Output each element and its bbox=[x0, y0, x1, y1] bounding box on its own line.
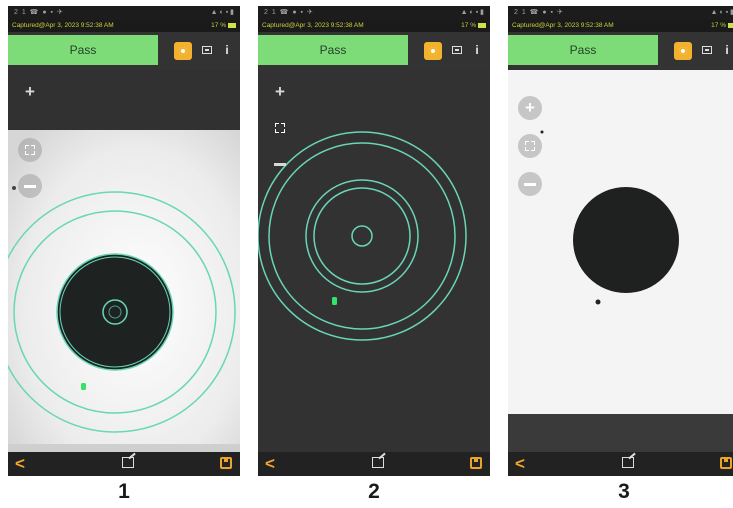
zoom-out-icon[interactable] bbox=[18, 174, 42, 198]
fiber-endface-image bbox=[258, 70, 490, 452]
panel-number-1: 1 bbox=[118, 480, 130, 503]
fiber-view: + bbox=[508, 70, 733, 452]
pass-status-button[interactable]: Pass bbox=[258, 35, 408, 65]
bottom-bar: < bbox=[258, 452, 490, 476]
gallery-icon[interactable] bbox=[702, 46, 712, 54]
zoom-in-icon[interactable]: + bbox=[18, 80, 42, 104]
phone-screen-2: 2 1 ☎ ● ▪ ✈ ▲ ◐ ▪ ▮ Captured@Apr 3, 2023… bbox=[258, 6, 490, 476]
fit-screen-icon[interactable] bbox=[518, 134, 542, 158]
battery-level: 17 % bbox=[211, 20, 236, 32]
capture-timestamp: Captured@Apr 3, 2023 9:52:38 AM bbox=[512, 22, 614, 29]
phone-screen-1: 2 1 ☎ ● ▪ ✈ ▲ ◐ ▪ ▮ Captured@Apr 3, 2023… bbox=[8, 6, 240, 476]
capture-bar: Captured@Apr 3, 2023 9:52:38 AM 17 % bbox=[8, 20, 240, 32]
debris-dot bbox=[595, 299, 601, 305]
info-icon[interactable]: i bbox=[472, 42, 482, 58]
capture-bar: Captured@Apr 3, 2023 9:52:38 AM 17 % bbox=[508, 20, 733, 32]
result-toolbar: Pass i bbox=[8, 32, 240, 70]
panel-number-3: 3 bbox=[618, 480, 630, 503]
endface-background bbox=[258, 70, 490, 452]
fiber-view: + bbox=[8, 70, 240, 452]
back-icon[interactable]: < bbox=[260, 454, 280, 474]
save-icon[interactable] bbox=[720, 457, 732, 469]
fit-screen-icon[interactable] bbox=[268, 116, 292, 140]
panel-number-2: 2 bbox=[368, 480, 380, 503]
save-icon[interactable] bbox=[470, 457, 482, 469]
debris-dot bbox=[540, 130, 544, 134]
fiber-endface-image bbox=[8, 130, 240, 452]
gallery-icon[interactable] bbox=[452, 46, 462, 54]
zoom-in-icon[interactable]: + bbox=[268, 80, 292, 104]
zoom-out-icon[interactable] bbox=[268, 152, 292, 176]
status-icons-right: ▲ ◐ ▪ ▮ bbox=[710, 9, 733, 16]
result-toolbar: Pass i bbox=[508, 32, 733, 70]
result-toolbar: Pass i bbox=[258, 32, 490, 70]
back-icon[interactable]: < bbox=[510, 454, 530, 474]
pass-status-button[interactable]: Pass bbox=[508, 35, 658, 65]
capture-timestamp: Captured@Apr 3, 2023 9:52:38 AM bbox=[12, 22, 114, 29]
defect-marker bbox=[81, 383, 86, 390]
image-edge bbox=[8, 444, 240, 452]
defect-marker bbox=[332, 297, 337, 305]
battery-level: 17 % bbox=[711, 20, 733, 32]
debris-dot bbox=[12, 186, 16, 190]
bottom-bar: < bbox=[508, 452, 733, 476]
fit-screen-icon[interactable] bbox=[18, 138, 42, 162]
fiber-endface-image bbox=[508, 70, 733, 452]
battery-level: 17 % bbox=[461, 20, 486, 32]
zoom-out-icon[interactable] bbox=[518, 172, 542, 196]
status-bar: 2 1 ☎ ● ▪ ✈ ▲ ◐ ▪ ▮ bbox=[8, 6, 240, 20]
save-icon[interactable] bbox=[220, 457, 232, 469]
target-icon[interactable] bbox=[424, 42, 442, 60]
info-icon[interactable]: i bbox=[222, 42, 232, 58]
capture-timestamp: Captured@Apr 3, 2023 9:52:38 AM bbox=[262, 22, 364, 29]
fiber-image bbox=[8, 130, 240, 452]
phone-screen-3: 2 1 ☎ ● ▪ ✈ ▲ ◐ ▪ ▮ Captured@Apr 3, 2023… bbox=[508, 6, 733, 476]
edit-icon[interactable] bbox=[372, 457, 384, 468]
status-icons-left: 2 1 ☎ ● ▪ ✈ bbox=[514, 9, 564, 16]
status-icons-left: 2 1 ☎ ● ▪ ✈ bbox=[14, 9, 64, 16]
info-icon[interactable]: i bbox=[722, 42, 732, 58]
zoom-in-icon[interactable]: + bbox=[518, 96, 542, 120]
status-icons-right: ▲ ◐ ▪ ▮ bbox=[210, 9, 234, 16]
edit-icon[interactable] bbox=[122, 457, 134, 468]
back-icon[interactable]: < bbox=[10, 454, 30, 474]
status-icons-left: 2 1 ☎ ● ▪ ✈ bbox=[264, 9, 314, 16]
gallery-icon[interactable] bbox=[202, 46, 212, 54]
capture-bar: Captured@Apr 3, 2023 9:52:38 AM 17 % bbox=[258, 20, 490, 32]
bottom-bar: < bbox=[8, 452, 240, 476]
fiber-view: + bbox=[258, 70, 490, 452]
edit-icon[interactable] bbox=[622, 457, 634, 468]
status-bar: 2 1 ☎ ● ▪ ✈ ▲ ◐ ▪ ▮ bbox=[508, 6, 733, 20]
pass-status-button[interactable]: Pass bbox=[8, 35, 158, 65]
fiber-core-dark bbox=[573, 187, 679, 293]
target-icon[interactable] bbox=[174, 42, 192, 60]
status-bar: 2 1 ☎ ● ▪ ✈ ▲ ◐ ▪ ▮ bbox=[258, 6, 490, 20]
target-icon[interactable] bbox=[674, 42, 692, 60]
image-edge bbox=[508, 414, 733, 452]
status-icons-right: ▲ ◐ ▪ ▮ bbox=[460, 9, 484, 16]
